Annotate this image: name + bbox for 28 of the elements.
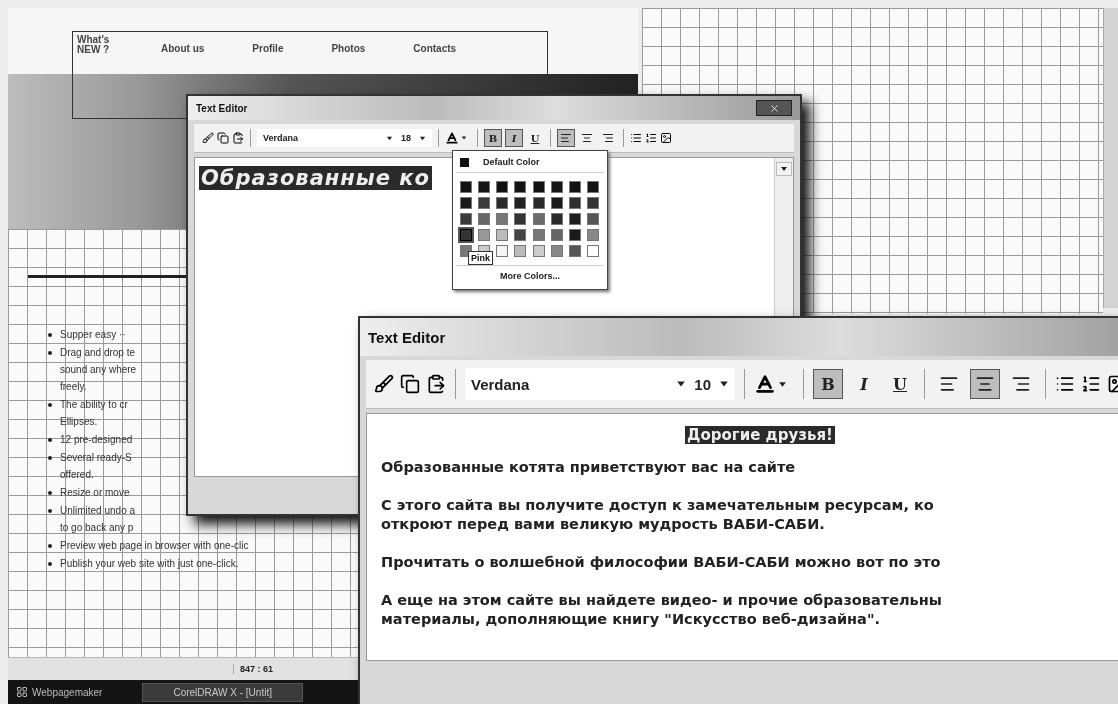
cursor-position: 847 : 61 — [233, 664, 274, 674]
list-text: Several ready-S — [60, 451, 132, 465]
list-text: Resize or move — [60, 486, 130, 500]
list-text: Supper easy ·· — [60, 328, 126, 342]
paragraph-line: откроют перед вами великую мудрость ВАБИ-САБИ. — [381, 515, 826, 534]
list-text: Unlimited undo a — [60, 504, 136, 518]
list-text: freely. — [60, 380, 88, 394]
paragraph-line: материалы, дополняющие книгу "Искусство веб-дизайна". — [381, 610, 881, 629]
list-text: Publish your web site with just one-click. — [60, 557, 239, 571]
selected-heading: Дорогие друзья! — [685, 426, 835, 444]
list-text: 12 pre-designed — [60, 433, 133, 447]
tooltip: Pink — [468, 251, 493, 265]
list-text: The ability to cr — [60, 398, 128, 412]
paragraph-line: Прочитать о волшебной философии ВАБИ-САБИ можно вот по это — [381, 553, 942, 572]
paragraph-line: С этого сайта вы получите доступ к замечательным ресурсам, ко — [381, 496, 935, 515]
font-name: Verdana — [471, 375, 530, 393]
window-title: Text Editor — [196, 102, 248, 114]
paragraph-line: Образованные котята приветствуют вас на сайте — [381, 458, 797, 477]
font-name: Verdana — [263, 133, 299, 143]
list-text: Preview web page in browser with one-clic — [60, 539, 249, 553]
list-text: Ellipses. — [60, 415, 99, 429]
list-text: sound any where — [60, 363, 137, 377]
list-text: Drag and drop te — [60, 346, 137, 360]
paragraph-line: А еще на этом сайте вы найдете видео- и прочие образовательны — [381, 591, 943, 610]
list-text: to go back any p — [60, 521, 135, 535]
selected-text: Образованные ко — [199, 166, 433, 190]
window-title: Text Editor — [368, 328, 446, 346]
list-text: offered. — [60, 468, 95, 482]
